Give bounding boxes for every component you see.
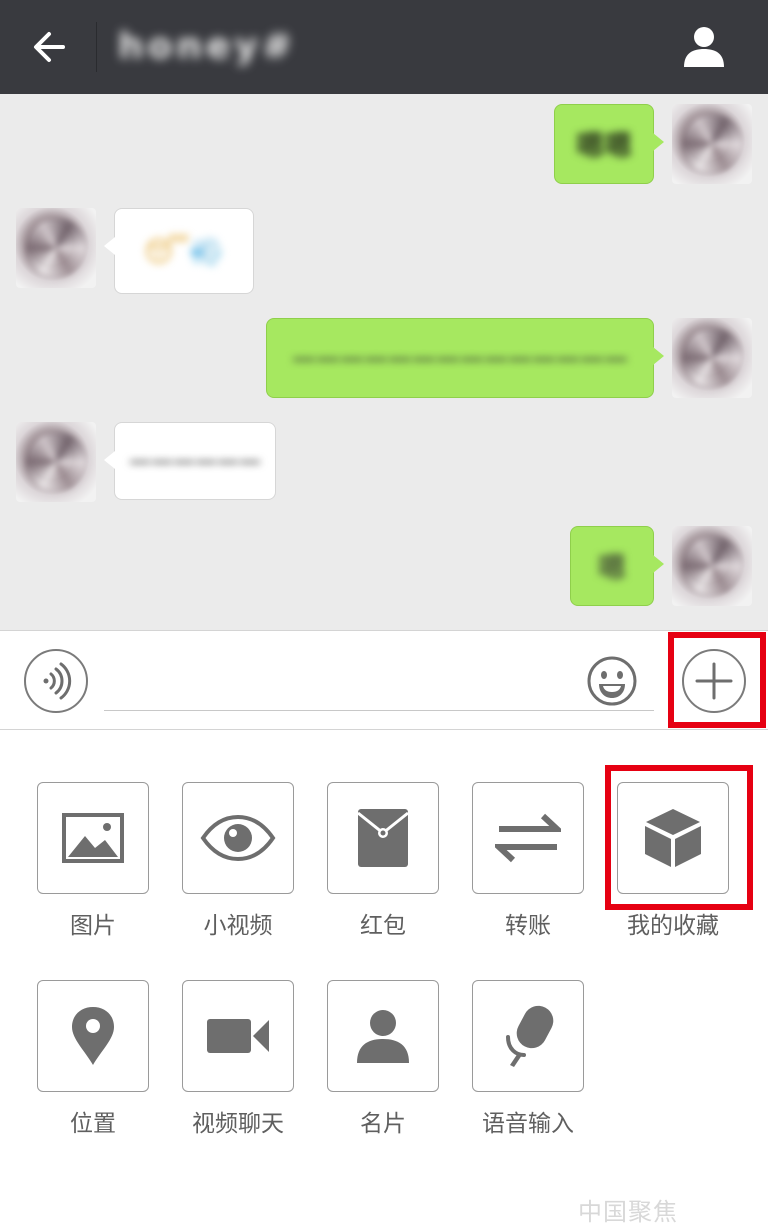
back-arrow-icon	[34, 32, 65, 62]
voice-waves-icon	[43, 662, 72, 700]
location-pin-icon	[72, 1007, 114, 1065]
message-text: 嗯	[597, 551, 626, 584]
tool-label: 位置	[70, 1111, 116, 1137]
back-button[interactable]	[18, 22, 80, 72]
message-bubble-outgoing[interactable]: 嗯嗯	[554, 104, 664, 184]
smiley-icon	[587, 656, 637, 706]
tool-contact-card[interactable]: 名片	[327, 980, 439, 1138]
tool-label: 转账	[505, 913, 551, 939]
tool-label: 图片	[70, 913, 116, 939]
my-avatar[interactable]	[672, 526, 752, 606]
my-avatar[interactable]	[672, 318, 752, 398]
chat-title: honey#	[118, 26, 297, 67]
emoji-button[interactable]	[586, 655, 638, 707]
chat-info-button[interactable]	[676, 18, 732, 74]
microphone-icon	[506, 1005, 554, 1067]
image-icon	[62, 813, 124, 863]
message-bubble-outgoing[interactable]: 嗯	[570, 526, 664, 606]
message-text: 嗯嗯	[575, 129, 632, 162]
tool-transfer[interactable]: 转账	[472, 782, 584, 940]
top-bar: honey#	[0, 0, 768, 94]
tool-red-packet[interactable]: 红包	[327, 782, 439, 940]
message-input[interactable]	[104, 645, 654, 711]
message-text: 😴💨	[144, 234, 224, 268]
watermark: 中国聚焦 CNB14	[578, 1199, 678, 1228]
message-text: ——————————————	[292, 344, 628, 372]
message-bubble-incoming[interactable]: ——————	[104, 422, 276, 500]
input-bar	[0, 630, 768, 730]
red-packet-icon	[357, 809, 409, 867]
transfer-icon	[495, 813, 561, 863]
contact-card-icon	[357, 1010, 409, 1063]
tool-short-video[interactable]: 小视频	[182, 782, 294, 940]
person-icon	[684, 27, 724, 67]
contact-avatar[interactable]	[16, 208, 96, 288]
tool-location[interactable]: 位置	[37, 980, 149, 1138]
tool-label: 名片	[360, 1111, 406, 1137]
tool-label: 视频聊天	[192, 1111, 284, 1137]
tool-voice-input[interactable]: 语音输入	[472, 980, 584, 1138]
video-camera-icon	[207, 1019, 269, 1053]
contact-avatar[interactable]	[16, 422, 96, 502]
tool-image[interactable]: 图片	[37, 782, 149, 940]
message-bubble-incoming[interactable]: 😴💨	[104, 208, 254, 294]
message-list[interactable]: 嗯嗯 😴💨 —————————————— —————— 嗯	[0, 94, 768, 630]
highlight-plus-button	[668, 632, 766, 728]
my-avatar[interactable]	[672, 104, 752, 184]
tool-label: 我的收藏	[627, 913, 719, 939]
tool-label: 红包	[360, 913, 406, 939]
message-bubble-outgoing[interactable]: ——————————————	[266, 318, 664, 398]
tool-label: 语音输入	[482, 1111, 574, 1137]
message-text: ——————	[129, 448, 261, 474]
header-divider	[96, 22, 97, 72]
highlight-favorites	[605, 765, 753, 910]
tool-video-call[interactable]: 视频聊天	[182, 980, 294, 1138]
voice-mode-button[interactable]	[24, 649, 88, 713]
eye-icon	[200, 814, 276, 862]
tool-label: 小视频	[203, 913, 273, 939]
